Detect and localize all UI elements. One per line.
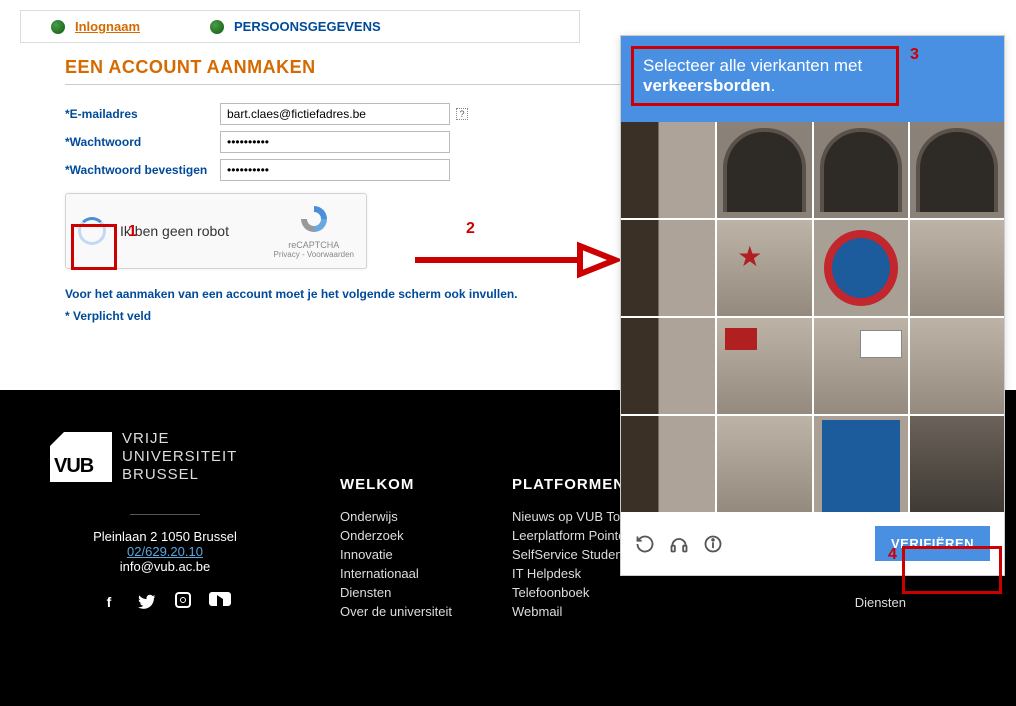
social-row: f bbox=[50, 592, 280, 612]
password-confirm-label: *Wachtwoord bevestigen bbox=[65, 163, 220, 177]
vub-logo-text: VUB bbox=[54, 455, 93, 478]
footer-divider bbox=[130, 514, 200, 515]
footer-link[interactable]: Onderzoek bbox=[340, 528, 452, 543]
footer-link[interactable]: Telefoonboek bbox=[512, 585, 648, 600]
captcha-tile[interactable] bbox=[621, 318, 715, 414]
annotation-number-3: 3 bbox=[910, 46, 919, 64]
captcha-tile[interactable] bbox=[814, 416, 908, 512]
annotation-box-1 bbox=[71, 224, 117, 270]
tab-login-label: Inlognaam bbox=[75, 19, 140, 34]
required-note: * Verplicht veld bbox=[65, 309, 518, 323]
annotation-box-3 bbox=[631, 46, 899, 106]
footer-link[interactable]: Innovatie bbox=[340, 547, 452, 562]
audio-icon[interactable] bbox=[669, 534, 689, 554]
vub-name-l3: BRUSSEL bbox=[122, 466, 237, 484]
captcha-tile[interactable] bbox=[717, 416, 811, 512]
reload-icon[interactable] bbox=[635, 534, 655, 554]
captcha-tile[interactable] bbox=[910, 416, 1004, 512]
tab-personal-label: PERSOONSGEGEVENS bbox=[234, 19, 381, 34]
footer-address: Pleinlaan 2 1050 Brussel bbox=[50, 529, 280, 544]
footer-welkom-heading: WELKOM bbox=[340, 476, 452, 493]
footer-link[interactable]: Onderwijs bbox=[340, 509, 452, 524]
annotation-number-4: 4 bbox=[888, 546, 897, 564]
twitter-icon[interactable] bbox=[137, 592, 157, 612]
footer-link[interactable]: Diensten bbox=[340, 585, 452, 600]
captcha-tile[interactable] bbox=[910, 122, 1004, 218]
instruction-text: Voor het aanmaken van een account moet j… bbox=[65, 287, 518, 301]
vub-name-l1: VRIJE bbox=[122, 430, 237, 448]
annotation-arrow-icon bbox=[410, 240, 620, 280]
help-icon[interactable]: ? bbox=[456, 108, 468, 120]
footer-extra-diensten[interactable]: Diensten bbox=[855, 595, 906, 610]
recaptcha-brand-text: reCAPTCHA bbox=[274, 240, 354, 250]
footer-col-welkom: WELKOM Onderwijs Onderzoek Innovatie Int… bbox=[340, 476, 452, 666]
captcha-tile[interactable] bbox=[621, 122, 715, 218]
footer-welkom-links: Onderwijs Onderzoek Innovatie Internatio… bbox=[340, 509, 452, 619]
email-input[interactable] bbox=[220, 103, 450, 125]
facebook-icon[interactable]: f bbox=[99, 592, 119, 612]
step-tabs: Inlognaam PERSOONSGEGEVENS bbox=[20, 10, 580, 43]
captcha-tile[interactable] bbox=[717, 220, 811, 316]
instagram-icon[interactable] bbox=[175, 592, 191, 608]
tab-personal[interactable]: PERSOONSGEGEVENS bbox=[210, 19, 381, 34]
recaptcha-image-grid bbox=[621, 122, 1004, 512]
footer-contact: Pleinlaan 2 1050 Brussel 02/629.20.10 in… bbox=[50, 529, 280, 574]
annotation-box-4 bbox=[902, 546, 1002, 594]
annotation-number-1: 1 bbox=[128, 223, 137, 241]
captcha-tile[interactable] bbox=[814, 220, 908, 316]
vub-name: VRIJE UNIVERSITEIT BRUSSEL bbox=[122, 430, 237, 484]
password-label: *Wachtwoord bbox=[65, 135, 220, 149]
footer-link[interactable]: Webmail bbox=[512, 604, 648, 619]
footer-link[interactable]: Over de universiteit bbox=[340, 604, 452, 619]
footer-phone-link[interactable]: 02/629.20.10 bbox=[127, 544, 203, 559]
youtube-icon[interactable] bbox=[209, 592, 231, 606]
tab-login[interactable]: Inlognaam bbox=[51, 19, 140, 34]
email-label: *E-mailadres bbox=[65, 107, 220, 121]
status-dot-icon bbox=[51, 20, 65, 34]
footer-col-brand: VUB VRIJE UNIVERSITEIT BRUSSEL Pleinlaan… bbox=[50, 430, 280, 666]
captcha-tile[interactable] bbox=[621, 220, 715, 316]
captcha-tile[interactable] bbox=[717, 318, 811, 414]
captcha-tile[interactable] bbox=[910, 220, 1004, 316]
password-confirm-input[interactable] bbox=[220, 159, 450, 181]
recaptcha-challenge-panel: Selecteer alle vierkanten met verkeersbo… bbox=[620, 35, 1005, 576]
recaptcha-links: Privacy - Voorwaarden bbox=[274, 250, 354, 259]
status-dot-icon bbox=[210, 20, 224, 34]
captcha-tile[interactable] bbox=[910, 318, 1004, 414]
captcha-tile[interactable] bbox=[717, 122, 811, 218]
vub-logo-mark: VUB bbox=[50, 432, 112, 482]
captcha-tile[interactable] bbox=[814, 318, 908, 414]
recaptcha-logo-icon bbox=[298, 203, 330, 235]
footer-email: info@vub.ac.be bbox=[50, 559, 280, 574]
captcha-tile[interactable] bbox=[621, 416, 715, 512]
password-input[interactable] bbox=[220, 131, 450, 153]
footer-link[interactable]: Internationaal bbox=[340, 566, 452, 581]
info-icon[interactable] bbox=[703, 534, 723, 554]
annotation-number-2: 2 bbox=[466, 220, 475, 238]
captcha-tile[interactable] bbox=[814, 122, 908, 218]
vub-logo: VUB VRIJE UNIVERSITEIT BRUSSEL bbox=[50, 430, 280, 484]
recaptcha-brand: reCAPTCHA Privacy - Voorwaarden bbox=[274, 203, 354, 259]
vub-name-l2: UNIVERSITEIT bbox=[122, 448, 237, 466]
